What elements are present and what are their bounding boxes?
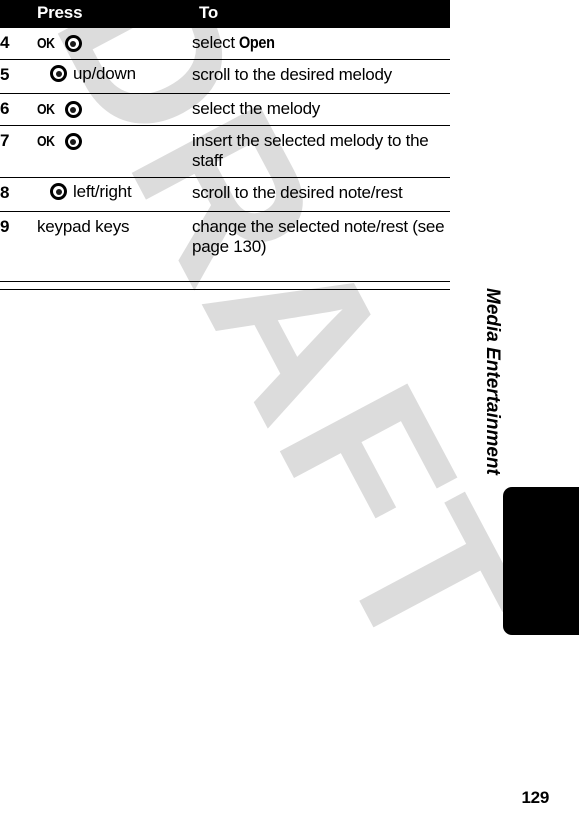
to-cell: scroll to the desired melody: [192, 59, 450, 94]
to-text: insert the selected melody to the staff: [192, 131, 429, 171]
table-row: 4 OK select Open: [0, 28, 450, 60]
press-content: OK: [37, 101, 82, 119]
to-keyword: Open: [239, 33, 275, 52]
to-cell: select the melody: [192, 93, 450, 126]
press-content: up/down: [37, 64, 136, 84]
navigation-key-icon: [50, 183, 67, 201]
step-number: 6: [0, 93, 37, 126]
press-cell: OK: [37, 93, 192, 126]
procedure-steps-table: Press To 4 OK select Open 5 up/down scroll to…: [0, 0, 450, 264]
ok-key-label: OK: [37, 101, 55, 119]
press-content: OK: [37, 35, 82, 52]
page-number: 129: [521, 788, 550, 807]
press-cell: up/down: [37, 59, 192, 94]
navigation-key-icon: [50, 65, 67, 83]
press-content: keypad keys: [37, 218, 129, 235]
to-text: scroll to the desired melody: [192, 65, 392, 85]
navigation-key-icon: [64, 101, 82, 119]
column-header-to: To: [192, 0, 450, 28]
press-cell: left/right: [37, 177, 192, 212]
step-number: 9: [0, 211, 37, 264]
to-cell: select Open: [192, 28, 450, 60]
press-key-text: keypad keys: [37, 217, 130, 237]
running-head: Media Entertainment: [482, 286, 533, 486]
press-key-text: up/down: [73, 64, 136, 84]
navigation-key-icon: [64, 35, 82, 52]
step-number: 4: [0, 33, 10, 52]
press-cell: OK: [37, 125, 192, 178]
to-cell: insert the selected melody to the staff: [192, 125, 450, 178]
to-text: change the selected note/rest (see page …: [192, 217, 445, 257]
table-header: Press To: [0, 0, 450, 28]
press-cell: keypad keys: [37, 211, 192, 264]
chapter-thumb-tab: [503, 487, 579, 635]
press-key-text: left/right: [73, 182, 132, 202]
to-text: scroll to the desired note/rest: [192, 183, 403, 203]
table-row: 5 up/down scroll to the desired melody: [0, 59, 450, 94]
press-content: left/right: [37, 182, 132, 202]
page-canvas: Press To 4 OK select Open 5 up/down scroll to…: [0, 0, 579, 816]
running-head-text: Media Entertainment: [482, 288, 503, 475]
step-number: 8: [0, 177, 37, 212]
step-number: 7: [0, 125, 37, 178]
to-cell: scroll to the desired note/rest: [192, 177, 450, 212]
table-row: 8 left/right scroll to the desired note/re…: [0, 177, 450, 212]
table-header-row: Press To: [0, 0, 450, 28]
column-header-step-number: [0, 0, 37, 28]
ok-key-label: OK: [37, 133, 55, 151]
table-row: 7 OK insert the selected melody to the sta…: [0, 125, 450, 178]
table-row: 9 keypad keys change the selected note/res…: [0, 211, 450, 264]
to-text: select the melody: [192, 99, 321, 119]
to-text: select: [192, 33, 240, 52]
table-row: 6 OK select the melody: [0, 93, 450, 126]
table-body: 4 OK select Open 5 up/down scroll to the desi…: [0, 28, 450, 264]
to-cell: change the selected note/rest (see page …: [192, 211, 450, 264]
ok-key-label: OK: [37, 35, 55, 52]
navigation-key-icon: [64, 133, 82, 151]
step-number: 5: [0, 59, 37, 94]
press-content: OK: [37, 133, 82, 151]
column-header-press: Press: [37, 0, 192, 28]
press-cell: OK: [37, 28, 192, 60]
table-bottom-double-rule: [0, 281, 450, 290]
